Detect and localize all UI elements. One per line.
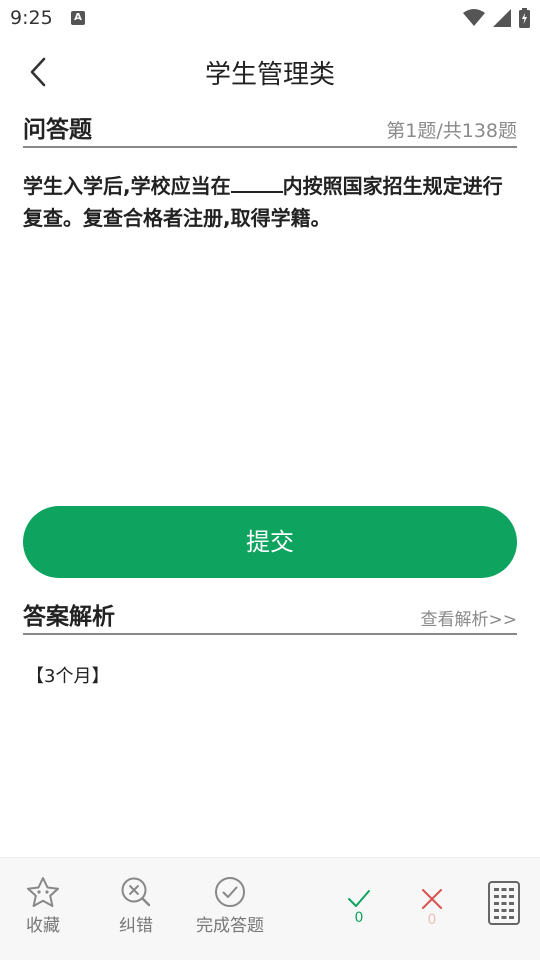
question-progress: 第1题/共138题 <box>386 120 517 142</box>
answer-text: 【3个月】 <box>26 666 110 687</box>
status-bar: 9:25 A <box>0 0 540 36</box>
analysis-title: 答案解析 <box>23 604 115 630</box>
notification-icon: A <box>71 11 85 25</box>
check-circle-icon <box>215 877 245 907</box>
battery-icon <box>519 8 530 28</box>
favorite-button[interactable]: 收藏 <box>26 876 60 936</box>
error-search-icon <box>121 877 151 907</box>
answer-sheet-button[interactable] <box>487 880 521 926</box>
finish-label: 完成答题 <box>196 916 264 936</box>
submit-button[interactable]: 提交 <box>23 506 517 578</box>
favorite-label: 收藏 <box>26 916 60 936</box>
correct-count: 0 <box>354 910 364 926</box>
analysis-header: 答案解析 查看解析>> <box>23 603 517 635</box>
answer-blank <box>230 173 283 193</box>
question-type-label: 问答题 <box>23 117 92 143</box>
wrong-count-indicator[interactable]: 0 <box>420 888 444 928</box>
finish-button[interactable]: 完成答题 <box>196 876 264 936</box>
correct-error-button[interactable]: 纠错 <box>119 876 153 936</box>
wifi-icon <box>463 9 485 26</box>
question-header: 问答题 第1题/共138题 <box>23 116 517 148</box>
bottom-toolbar: 收藏 纠错 完成答题 0 0 <box>0 857 540 960</box>
app-header: 学生管理类 <box>0 36 540 108</box>
correct-error-label: 纠错 <box>119 916 153 936</box>
check-icon <box>348 890 370 907</box>
correct-count-indicator[interactable]: 0 <box>347 888 371 926</box>
view-analysis-link[interactable]: 查看解析>> <box>421 605 518 630</box>
wrong-count: 0 <box>427 912 437 928</box>
page-title: 学生管理类 <box>204 60 335 90</box>
question-text-before: 学生入学后,学校应当在 <box>23 174 231 198</box>
cross-icon <box>422 889 442 909</box>
status-time: 9:25 <box>10 7 53 29</box>
signal-icon <box>493 9 511 27</box>
star-icon <box>27 877 59 907</box>
question-text: 学生入学后,学校应当在 内按照国家招生规定进行复查。复查合格者注册,取得学籍。 <box>23 170 517 234</box>
answer-sheet-icon <box>488 881 520 925</box>
